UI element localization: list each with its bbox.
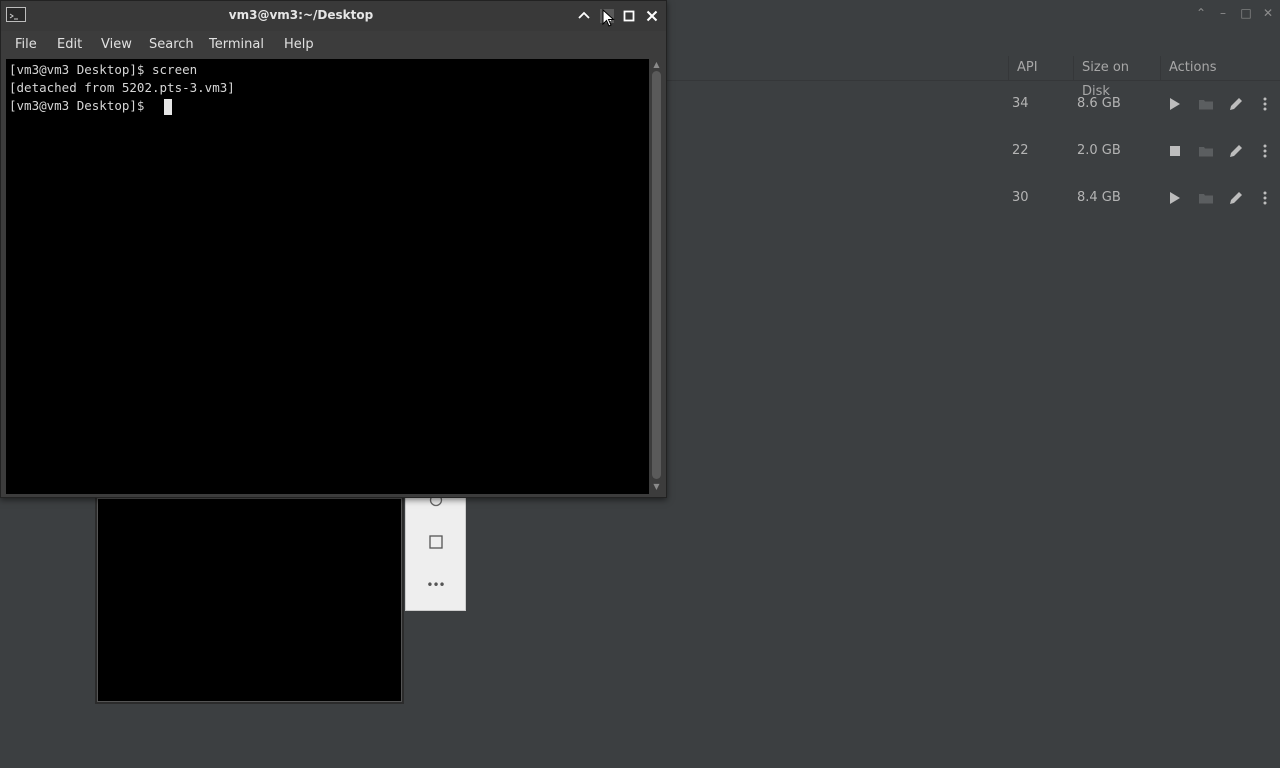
chevron-up-icon[interactable]: ⌃ (1192, 5, 1210, 21)
mouse-pointer-icon (602, 9, 615, 27)
play-icon[interactable] (1167, 190, 1183, 206)
terminal-output[interactable]: [vm3@vm3 Desktop]$ screen [detached from… (6, 59, 649, 494)
device-api: 22 (1012, 143, 1029, 158)
more-vertical-icon[interactable] (1257, 143, 1273, 159)
column-header-size[interactable]: Size on Disk (1073, 56, 1159, 99)
menu-terminal[interactable]: Terminal (209, 31, 264, 59)
menu-file[interactable]: File (15, 31, 37, 59)
minimize-icon[interactable]: – (1214, 5, 1232, 21)
window-title: vm3@vm3:~/Desktop (228, 8, 374, 22)
emulator-screen[interactable] (95, 496, 404, 704)
terminal-scrollbar[interactable]: ▲ ▼ (649, 59, 664, 494)
menu-view[interactable]: View (101, 31, 132, 59)
folder-icon[interactable] (1198, 143, 1214, 159)
scroll-down-arrow-icon[interactable]: ▼ (651, 482, 662, 492)
folder-icon[interactable] (1198, 96, 1214, 112)
chevron-up-icon[interactable] (575, 7, 593, 25)
folder-icon[interactable] (1198, 190, 1214, 206)
stop-icon[interactable] (1167, 143, 1183, 159)
emulator-toolbar: ••• (405, 493, 466, 611)
close-icon[interactable]: ✕ (1259, 5, 1277, 21)
play-icon[interactable] (1167, 96, 1183, 112)
pencil-icon[interactable] (1228, 190, 1244, 206)
terminal-line: [detached from 5202.pts-3.vm3] (9, 80, 235, 95)
close-icon[interactable] (643, 7, 661, 25)
more-vertical-icon[interactable] (1257, 190, 1273, 206)
device-size: 2.0 GB (1077, 143, 1121, 158)
menu-search[interactable]: Search (149, 31, 194, 59)
device-size: 8.6 GB (1077, 96, 1121, 111)
square-icon[interactable] (406, 527, 465, 557)
pencil-icon[interactable] (1228, 96, 1244, 112)
menu-help[interactable]: Help (284, 31, 314, 59)
maximize-icon[interactable] (620, 7, 638, 25)
scroll-up-arrow-icon[interactable]: ▲ (651, 60, 662, 70)
terminal-line: [vm3@vm3 Desktop]$ screen (9, 62, 198, 77)
device-api: 30 (1012, 190, 1029, 205)
menu-edit[interactable]: Edit (57, 31, 82, 59)
column-header-api[interactable]: API (1008, 56, 1072, 80)
maximize-icon[interactable]: □ (1237, 5, 1255, 21)
text-cursor (164, 99, 172, 115)
pencil-icon[interactable] (1228, 143, 1244, 159)
more-vertical-icon[interactable] (1257, 96, 1273, 112)
terminal-titlebar[interactable]: vm3@vm3:~/Desktop (1, 1, 666, 31)
terminal-prompt-line: [vm3@vm3 Desktop]$ (9, 98, 152, 113)
scrollbar-thumb[interactable] (652, 71, 661, 479)
column-header-actions[interactable]: Actions (1160, 56, 1280, 80)
device-size: 8.4 GB (1077, 190, 1121, 205)
terminal-window: vm3@vm3:~/Desktop File Edit View Search … (0, 0, 667, 498)
device-api: 34 (1012, 96, 1029, 111)
more-icon[interactable]: ••• (406, 570, 465, 600)
terminal-menubar: File Edit View Search Terminal Help (1, 31, 666, 59)
